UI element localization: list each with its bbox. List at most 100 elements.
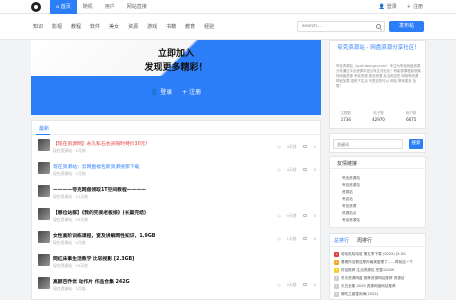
thread-stats: ◷ 1天前 0	[277, 236, 316, 242]
site-logo[interactable]	[31, 2, 41, 12]
rank-badge: 3	[334, 267, 339, 273]
login-label: 登录	[386, 4, 397, 10]
nav-home[interactable]: ⌂ 首页	[50, 0, 77, 14]
friend-link[interactable]: 夸克资源站	[342, 182, 360, 189]
thread-meta: 现在资源站 · 19天前	[53, 217, 89, 222]
friend-link[interactable]: 夸克资源站	[342, 175, 360, 182]
thread-stats: ◷ 4天前 1	[277, 144, 316, 150]
ranking-item[interactable]: 6 哪吃之魔童闹海(2025)	[334, 290, 424, 298]
time-icon: ◷	[277, 144, 281, 149]
rank-badge: 1	[334, 251, 339, 257]
friend-link[interactable]: 资源站	[342, 189, 360, 196]
list-item[interactable]: 【现在资源网】永久私石会员限时特价30元！ 现在资源站 · 1月前 ◷ 4天前 1	[38, 139, 316, 158]
thread-replies: 1	[313, 144, 316, 149]
tab-latest[interactable]: 最新	[39, 125, 49, 132]
category-item[interactable]: 美女	[109, 14, 119, 40]
thread-meta: 现在资源站 · 1月前	[53, 171, 86, 176]
comment-icon	[302, 213, 308, 219]
divider	[330, 168, 427, 169]
ranking-item[interactable]: 3 好品推荐 生活资源包 完整12000	[334, 266, 424, 274]
stat-value: 1736	[340, 117, 351, 122]
search-input[interactable]	[297, 21, 385, 32]
sidebar-search-button[interactable]: 搜索	[409, 139, 423, 149]
hero-login-button[interactable]: 👤 登录	[151, 87, 172, 96]
friend-link[interactable]: 资源站点	[342, 210, 360, 217]
category-item[interactable]: 知识	[33, 14, 43, 40]
category-item[interactable]: 资源	[128, 14, 138, 40]
stat-value: 42970	[372, 117, 385, 122]
hero-subtitle: 发现更多精彩！	[144, 63, 208, 73]
user-icon: 👤	[378, 4, 385, 10]
ranking-item[interactable]: 4 冬天资源网盘 推荐资源网站推荐 资源站	[334, 274, 424, 282]
register-link[interactable]: + 注册	[407, 0, 423, 14]
ranking-item[interactable]: 1 哈哈哈哈哈哈 第五季下载 (2025) [4.5G	[334, 250, 424, 258]
thread-title[interactable]: 【现在资源网】永久私石会员限时特价30元！	[53, 140, 253, 147]
list-item[interactable]: 网红床事生活教学 比较视影 [2.3GB] 现在资源站 · 19天前	[38, 254, 316, 273]
search-icon[interactable]	[376, 24, 381, 29]
rank-badge: 5	[334, 283, 339, 289]
thread-stats: ◷ 0天前 3	[277, 213, 316, 219]
category-item[interactable]: 经验	[204, 14, 214, 40]
nav-direct[interactable]: 网站直接	[121, 0, 153, 14]
comment-icon	[302, 236, 308, 242]
category-item[interactable]: 影视	[52, 14, 62, 40]
time-icon: ◷	[277, 167, 281, 172]
thread-time: 4天前	[286, 167, 297, 172]
avatar	[38, 277, 50, 289]
about-title: 夸克资源站 - 网盘资源分享社区！	[337, 45, 420, 51]
ranking-title: 长白全集 2025 资源网盘网站推荐	[341, 284, 396, 288]
stat-users: 用户数 6675	[406, 111, 417, 122]
thread-title[interactable]: ————夸克网盘领取1T空间教程————	[53, 186, 253, 193]
stat-threads: 主题数 1736	[341, 111, 352, 122]
hero-title: 立即加入	[157, 49, 194, 59]
nav-users[interactable]: 用户	[99, 0, 121, 14]
category-item[interactable]: 教育	[185, 14, 195, 40]
list-item[interactable]: 女性高阶训练课程，宽及讲解网性知识，1.9GB 现在资源站 · 1月前 ◷ 1天…	[38, 231, 316, 250]
ranking-item[interactable]: 2 看看你没看这是你最美整理了……再就这一下	[334, 258, 424, 266]
thread-time: 0天前	[286, 282, 297, 287]
stat-label: 用户数	[405, 111, 417, 115]
ranking-title: 看看你没看这是你最美整理了……再就这一下	[341, 260, 413, 264]
thread-title[interactable]: 高颜芭乔优 动作片 作品合集 242G	[53, 278, 253, 285]
list-item[interactable]: 【哪位站群】《我的完美老板娘》(长篇完结) 现在资源站 · 19天前 ◷ 0天前…	[38, 208, 316, 227]
category-item[interactable]: 教程	[71, 14, 81, 40]
hero-register-button[interactable]: + 注册	[182, 87, 201, 96]
thread-title[interactable]: 【哪位站群】《我的完美老板娘》(长篇完结)	[53, 209, 253, 216]
category-item[interactable]: 书籍	[166, 14, 176, 40]
avatar	[38, 162, 50, 174]
friend-link[interactable]: 夸克资源站	[342, 217, 360, 224]
thread-title[interactable]: 现在资源站：云网盘福包新资源搜索下载	[53, 163, 253, 170]
top-nav: ⌂ 首页 随机 用户 网站直接	[50, 0, 153, 14]
hero-actions: 👤 登录 + 注册	[31, 87, 321, 96]
friend-link[interactable]: 夸克资源	[342, 203, 360, 210]
login-link[interactable]: 👤 登录	[379, 0, 397, 14]
rank-badge: 4	[334, 275, 339, 281]
avatar	[38, 139, 50, 151]
user-icon: 👤	[150, 89, 161, 96]
top-auth: 👤 登录 + 注册	[379, 0, 423, 14]
category-item[interactable]: 游戏	[147, 14, 157, 40]
rank-badge: 6	[334, 291, 339, 297]
ranking-list: 1 哈哈哈哈哈哈 第五季下载 (2025) [4.5G 2 看看你没看这是你最美整理…	[334, 250, 424, 298]
nav-random[interactable]: 随机	[77, 0, 99, 14]
category-item[interactable]: 软件	[90, 14, 100, 40]
thread-title[interactable]: 网红床事生活教学 比较视影 [2.3GB]	[53, 255, 253, 262]
thread-title[interactable]: 女性高阶训练课程，宽及讲解网性知识，1.9GB	[53, 232, 253, 239]
avatar	[38, 208, 50, 220]
list-item[interactable]: 现在资源站：云网盘福包新资源搜索下载 现在资源站 · 1月前 ◷ 4天前 9	[38, 162, 316, 181]
tab-divider	[32, 134, 322, 135]
avatar	[38, 185, 50, 197]
stat-value: 6675	[406, 117, 417, 122]
keyword-input[interactable]	[333, 139, 403, 149]
list-item[interactable]: ————夸克网盘领取1T空间教程———— 现在资源站 · 11天前	[38, 185, 316, 204]
post-thread-button[interactable]: 发布帖	[389, 21, 424, 32]
ranking-title: 冬天资源网盘 推荐资源网站推荐 资源站	[341, 276, 405, 280]
friend-link[interactable]: 夸克站	[342, 196, 360, 203]
ranking-title: 哈哈哈哈哈哈 第五季下载 (2025) [4.5G	[341, 252, 406, 256]
ranking-item[interactable]: 5 长白全集 2025 资源网盘网站推荐	[334, 282, 424, 290]
latest-threads: 最新 【现在资源网】永久私石会员限时特价30元！ 现在资源站 · 1月前 ◷ 4…	[31, 120, 322, 300]
list-item[interactable]: 高颜芭乔优 动作片 作品合集 242G 现在资源站 · 1月前 ◷ 0天前 0	[38, 277, 316, 296]
thread-replies: 9	[313, 167, 316, 172]
rank-badge: 2	[334, 259, 339, 265]
friend-links-list: 夸克资源站 夸克资源站 资源站 夸克站 夸克资源 资源站点 夸克资源站	[342, 175, 360, 224]
